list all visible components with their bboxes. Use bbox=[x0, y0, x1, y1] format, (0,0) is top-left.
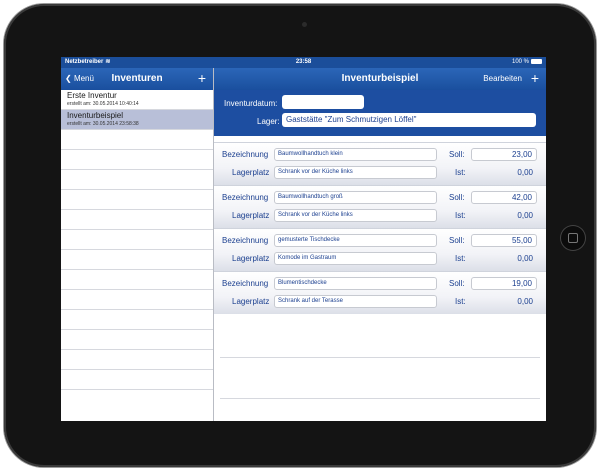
detail-pane: Inventurbeispiel Bearbeiten + Inventurda… bbox=[214, 68, 546, 421]
actual-value: 0,00 bbox=[517, 211, 533, 220]
inventory-header: Inventurdatum: Lager: Gaststätte "Zum Sc… bbox=[214, 90, 546, 136]
date-field[interactable] bbox=[282, 95, 364, 109]
place-field[interactable]: Schrank vor der Küche links bbox=[274, 166, 437, 179]
camera-dot bbox=[302, 22, 307, 27]
name-field[interactable]: Blumentischdecke bbox=[274, 277, 437, 290]
list-item-title: Inventurbeispiel bbox=[67, 111, 124, 120]
empty-row bbox=[61, 310, 213, 330]
target-label: Soll: bbox=[449, 150, 465, 159]
place-field[interactable]: Schrank auf der Terasse bbox=[274, 295, 437, 308]
empty-row bbox=[61, 330, 213, 350]
actual-label: Ist: bbox=[455, 211, 466, 220]
battery-icon bbox=[531, 58, 542, 64]
actual-label: Ist: bbox=[455, 254, 466, 263]
list-item-subtitle: erstellt am: 30.05.2014 10:40:14 bbox=[67, 101, 139, 107]
actual-label: Ist: bbox=[455, 168, 466, 177]
master-pane: ❮ Menü Inventuren + Erste Inventur erste… bbox=[61, 68, 214, 421]
actual-value: 0,00 bbox=[517, 297, 533, 306]
name-label: Bezeichnung bbox=[222, 236, 269, 245]
list-item-subtitle: erstellt am: 30.05.2014 23:58:38 bbox=[67, 121, 139, 127]
edit-button[interactable]: Bearbeiten bbox=[483, 68, 522, 90]
list-item-selected[interactable]: Inventurbeispiel erstellt am: 30.05.2014… bbox=[61, 110, 213, 130]
inventory-item: Bezeichnung Baumwollhandtuch groß Soll: … bbox=[214, 185, 546, 228]
list-item[interactable]: Erste Inventur erstellt am: 30.05.2014 1… bbox=[61, 90, 213, 110]
actual-value: 0,00 bbox=[517, 254, 533, 263]
status-bar: Netzbetreiber ≋ 23:58 100 % bbox=[61, 57, 546, 68]
inventory-list: Erste Inventur erstellt am: 30.05.2014 1… bbox=[61, 90, 213, 390]
target-field[interactable]: 19,00 bbox=[471, 277, 537, 290]
clock: 23:58 bbox=[295, 59, 312, 65]
name-label: Bezeichnung bbox=[222, 150, 269, 159]
place-label: Lagerplatz bbox=[232, 168, 270, 177]
name-label: Bezeichnung bbox=[222, 279, 269, 288]
name-label: Bezeichnung bbox=[222, 193, 269, 202]
list-item-title: Erste Inventur bbox=[67, 91, 117, 100]
empty-row bbox=[61, 210, 213, 230]
master-title: Inventuren bbox=[111, 73, 163, 84]
add-item-button[interactable]: + bbox=[531, 68, 539, 88]
empty-row bbox=[61, 130, 213, 150]
master-navbar: ❮ Menü Inventuren + bbox=[61, 68, 213, 90]
inventory-item: Bezeichnung Blumentischdecke Soll: 19,00… bbox=[214, 271, 546, 314]
home-button[interactable] bbox=[560, 225, 586, 251]
place-label: Lagerplatz bbox=[232, 297, 270, 306]
place-field[interactable]: Komode im Gastraum bbox=[274, 252, 437, 265]
storage-field[interactable]: Gaststätte "Zum Schmutzigen Löffel" bbox=[282, 113, 536, 127]
empty-row bbox=[61, 150, 213, 170]
date-label: Inventurdatum: bbox=[224, 99, 278, 108]
name-field[interactable]: Baumwollhandtuch groß bbox=[274, 191, 437, 204]
target-field[interactable]: 42,00 bbox=[471, 191, 537, 204]
empty-row bbox=[61, 230, 213, 250]
screen: Netzbetreiber ≋ 23:58 100 % ❮ Menü Invent… bbox=[61, 57, 546, 421]
name-field[interactable]: Baumwollhandtuch klein bbox=[274, 148, 437, 161]
place-label: Lagerplatz bbox=[232, 254, 270, 263]
empty-row bbox=[61, 290, 213, 310]
target-field[interactable]: 23,00 bbox=[471, 148, 537, 161]
empty-row bbox=[61, 190, 213, 210]
battery-label: 100 % bbox=[511, 59, 529, 65]
separator-line bbox=[220, 398, 540, 399]
place-field[interactable]: Schrank vor der Küche links bbox=[274, 209, 437, 222]
inventory-item: Bezeichnung Baumwollhandtuch klein Soll:… bbox=[214, 142, 546, 185]
actual-label: Ist: bbox=[455, 297, 466, 306]
empty-row bbox=[61, 270, 213, 290]
name-field[interactable]: gemusterte Tischdecke bbox=[274, 234, 437, 247]
empty-row bbox=[61, 370, 213, 390]
target-field[interactable]: 55,00 bbox=[471, 234, 537, 247]
empty-row bbox=[61, 170, 213, 190]
ipad-frame: Netzbetreiber ≋ 23:58 100 % ❮ Menü Invent… bbox=[4, 4, 596, 467]
target-label: Soll: bbox=[449, 236, 465, 245]
inventory-item: Bezeichnung gemusterte Tischdecke Soll: … bbox=[214, 228, 546, 271]
battery-indicator: 100 % bbox=[512, 57, 542, 68]
target-label: Soll: bbox=[449, 193, 465, 202]
separator-line bbox=[220, 357, 540, 358]
add-inventory-button[interactable]: + bbox=[198, 68, 206, 88]
actual-value: 0,00 bbox=[517, 168, 533, 177]
storage-label: Lager: bbox=[257, 117, 280, 126]
target-label: Soll: bbox=[449, 279, 465, 288]
empty-row bbox=[61, 250, 213, 270]
place-label: Lagerplatz bbox=[232, 211, 270, 220]
empty-row bbox=[61, 350, 213, 370]
detail-navbar: Inventurbeispiel Bearbeiten + bbox=[214, 68, 546, 90]
